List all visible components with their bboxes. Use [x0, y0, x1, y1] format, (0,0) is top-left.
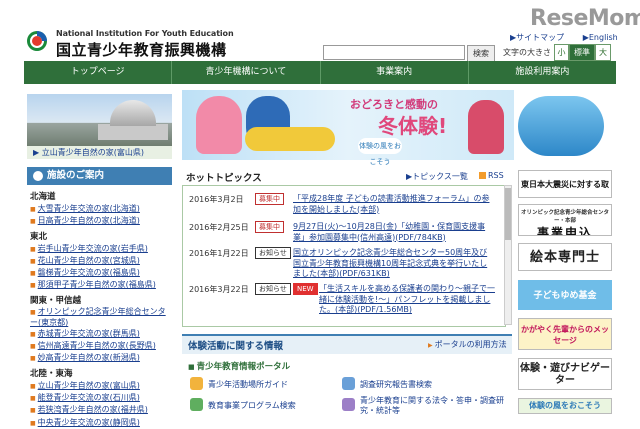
facility-link[interactable]: 岩手山青少年交流の家(岩手県) — [30, 243, 172, 255]
olympic-center-banner[interactable]: オリンピック記念青少年総合センター・本部 事業申込 — [518, 204, 612, 236]
region-label: 東北 — [30, 231, 48, 242]
photo-caption-link[interactable]: ▶ 立山青少年自然の家(富山県) — [27, 146, 172, 159]
topic-badge: お知らせ — [255, 247, 291, 259]
facility-link[interactable]: 立山青少年自然の家(富山県) — [30, 380, 172, 392]
facility-link[interactable]: 磐梯青少年交流の家(福島県) — [30, 267, 172, 279]
nav-facility-use[interactable]: 施設利用案内 — [469, 61, 616, 84]
topic-date: 2016年3月22日 — [189, 285, 249, 294]
portal-link-programs[interactable]: 教育事業プログラム検索 — [208, 400, 296, 411]
portal-usage-link[interactable]: ポータルの利用方法 — [428, 339, 507, 350]
topic-link[interactable]: 国立オリンピック記念青少年総合センター50周年及び国立青少年教育振興機構10周年… — [293, 248, 493, 280]
org-name-en: National Institution For Youth Education — [56, 29, 234, 38]
topics-list: 2016年3月2日 募集中 「平成28年度 子どもの読書活動推進フォーラム」の参… — [182, 185, 506, 327]
topic-badge: 募集中 — [255, 221, 284, 233]
topic-date: 2016年1月22日 — [189, 249, 249, 258]
nyie-logo-icon — [27, 31, 47, 51]
topic-link[interactable]: 「平成28年度 子どもの読書活動推進フォーラム」の参加を開始しました(本部) — [293, 194, 493, 215]
facility-link[interactable]: 若狭湾青少年自然の家(福井県) — [30, 404, 172, 416]
search-doc-icon — [342, 377, 355, 390]
building-shape — [98, 124, 168, 140]
font-size-small-button[interactable]: 小 — [554, 44, 569, 61]
portal-link-research[interactable]: 調査研究報告書検索 — [360, 379, 432, 390]
search-input[interactable] — [323, 45, 465, 60]
facility-heading: 施設のご案内 — [27, 167, 172, 185]
facility-list: 北海道 大雪青少年交流の家(北海道) 日高青少年自然の家(北海道) 東北 岩手山… — [27, 188, 172, 429]
banner-line2: 冬体験! — [378, 114, 448, 138]
topic-badge: 募集中 — [255, 193, 284, 205]
font-size-label: 文字の大きさ — [503, 48, 551, 57]
law-doc-icon — [342, 398, 355, 411]
nav-top-page[interactable]: トップページ — [24, 61, 173, 84]
topic-link[interactable]: 9月27日(火)～10月28日(金)「幼稚園・保育園支援事業」参加園募集中(信州… — [293, 222, 493, 243]
banner-subtitle: 体験の風をおこそう — [358, 138, 402, 166]
portal-usage-label: ポータルの利用方法 — [434, 340, 507, 349]
topics-list-label: トピックス一覧 — [412, 172, 468, 181]
play-navigator-banner[interactable]: 体験・遊びナビゲーター — [518, 358, 612, 390]
experience-wind-banner[interactable]: 体験の風をおこそう — [518, 398, 612, 414]
apply-label: 事業申込 — [536, 226, 593, 236]
nav-programs[interactable]: 事業案内 — [321, 61, 469, 84]
rss-label: RSS — [488, 171, 504, 180]
font-size-standard-button[interactable]: 標準 — [569, 44, 595, 61]
utility-links: ▶サイトマップ ▶English — [510, 32, 634, 43]
facility-link[interactable]: オリンピック記念青少年総合センター(東京都) — [30, 307, 172, 328]
photo-caption-text: 立山青少年自然の家(富山県) — [41, 148, 144, 157]
senpai-message-banner[interactable]: かがやく先輩からのメッセージ — [518, 318, 612, 350]
map-icon — [190, 377, 203, 390]
portal-link-laws[interactable]: 青少年教育に関する法令・答申・調査研究・統計等 — [360, 396, 510, 416]
facility-link[interactable]: 中央青少年交流の家(静岡県) — [30, 417, 172, 429]
region-label: 北海道 — [30, 192, 56, 202]
topic-link[interactable]: 「生活スキルを高める保護者の関わり～親子で一緒に体験活動を!～」パンフレットを掲… — [319, 284, 495, 316]
nav-about[interactable]: 青少年機構について — [172, 61, 321, 84]
region-label: 関東・甲信越 — [30, 295, 82, 306]
experience-title: 体験活動に関する情報 — [188, 341, 284, 352]
sitemap-label: サイトマップ — [516, 33, 565, 42]
facility-link[interactable]: 大雪青少年交流の家(北海道) — [30, 203, 172, 215]
facility-link[interactable]: 妙高青少年自然の家(新潟県) — [30, 352, 172, 364]
sled-shape — [245, 127, 335, 151]
english-link[interactable]: ▶English — [583, 33, 626, 42]
resemom-watermark: ReseMom — [530, 6, 640, 31]
child-figure-shape — [468, 100, 504, 154]
picture-book-banner[interactable]: 絵本専門士 — [518, 243, 612, 271]
main-nav: トップページ 青少年機構について 事業案内 施設利用案内 — [24, 61, 616, 84]
olympic-center-label: オリンピック記念青少年総合センター・本部 — [520, 210, 609, 224]
topics-list-link[interactable]: ▶トピックス一覧 — [406, 171, 468, 182]
topic-badge: お知らせ — [255, 283, 291, 295]
font-size-large-button[interactable]: 大 — [595, 44, 611, 61]
earthquake-banner[interactable]: 東日本大震災に対する取組 — [518, 170, 612, 198]
facility-link[interactable]: 能登青少年交流の家(石川県) — [30, 392, 172, 404]
facility-link[interactable]: 那須甲子青少年自然の家(福島県) — [30, 279, 172, 291]
facility-link[interactable]: 赤城青少年交流の家(群馬県) — [30, 328, 172, 340]
program-icon — [190, 398, 203, 411]
topic-date: 2016年2月25日 — [189, 223, 249, 232]
portal-title: 青少年教育情報ポータル — [188, 360, 291, 372]
facility-link[interactable]: 日高青少年自然の家(北海道) — [30, 215, 172, 227]
english-label: English — [588, 33, 618, 42]
snow-tube-photo[interactable] — [518, 96, 604, 156]
topics-scroll-thumb[interactable] — [505, 188, 511, 240]
facility-heading-text: 施設のご案内 — [47, 170, 105, 181]
org-name-jp[interactable]: 国立青少年教育振興機構 — [56, 39, 227, 60]
dream-fund-banner[interactable]: 子どもゆめ基金 — [518, 280, 612, 310]
child-figure-shape — [196, 96, 242, 154]
info-icon — [33, 171, 43, 181]
sitemap-link[interactable]: ▶サイトマップ — [510, 33, 572, 42]
facility-link[interactable]: 信州高遠青少年自然の家(長野県) — [30, 340, 172, 352]
topics-title: ホットトピックス — [186, 173, 262, 184]
new-badge: NEW — [293, 283, 318, 295]
facility-link[interactable]: 花山青少年自然の家(宮城県) — [30, 255, 172, 267]
region-label: 北陸・東海 — [30, 368, 73, 379]
topic-date: 2016年3月2日 — [189, 195, 244, 204]
portal-link-activity-guide[interactable]: 青少年活動場所ガイド — [208, 379, 288, 390]
search-button[interactable]: 検索 — [467, 45, 495, 62]
rss-link[interactable]: RSS — [479, 171, 504, 180]
